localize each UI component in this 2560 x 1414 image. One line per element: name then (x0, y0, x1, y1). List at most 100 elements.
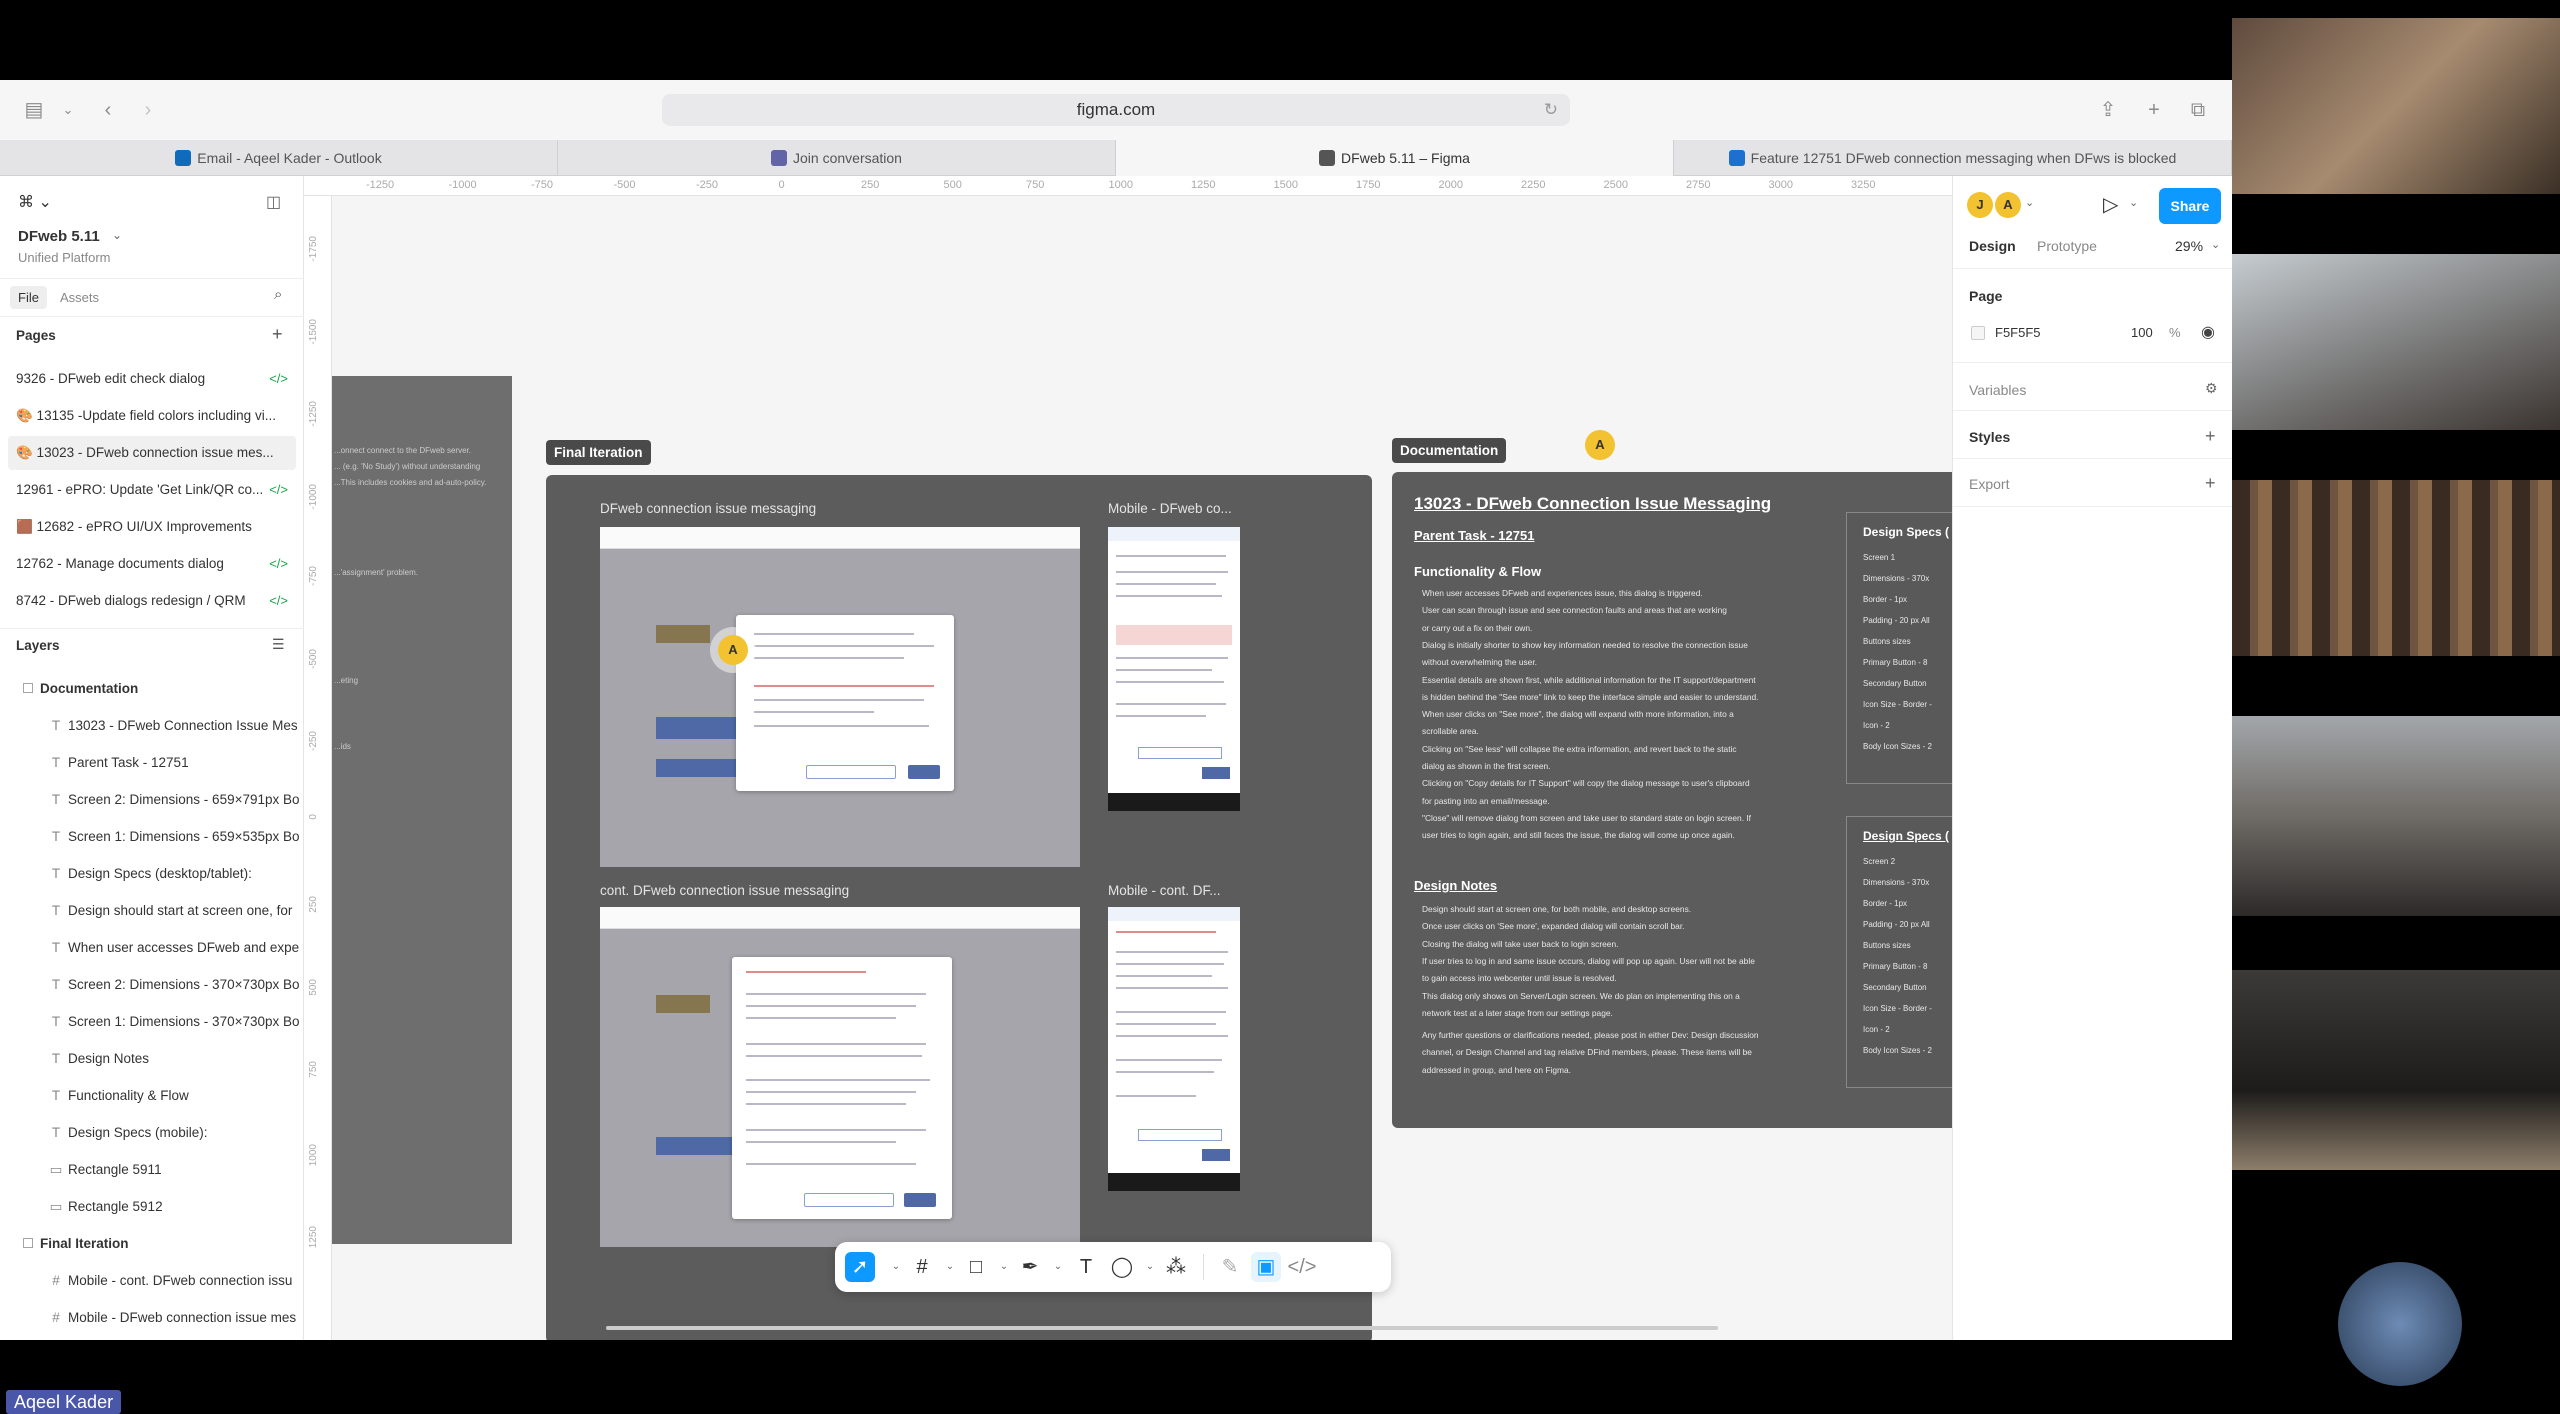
tab-overview-icon[interactable]: ⧉ (2186, 98, 2210, 122)
layer-item[interactable]: T Screen 1: Dimensions - 370×730px Bo (0, 1003, 304, 1040)
share-icon[interactable]: ⇪ (2096, 98, 2120, 122)
comment-tool-icon[interactable]: ◯ (1107, 1252, 1137, 1282)
draw-mode-icon[interactable]: ✎ (1215, 1252, 1245, 1282)
mobile-screen-2[interactable] (1108, 907, 1240, 1191)
tab-figma[interactable]: DFweb 5.11 – Figma (1116, 140, 1674, 176)
layer-item[interactable]: T Design Specs (mobile): (0, 1114, 304, 1151)
layer-item[interactable]: T Screen 1: Dimensions - 659×535px Bo (0, 818, 304, 855)
layer-item[interactable]: T Screen 2: Dimensions - 370×730px Bo (0, 966, 304, 1003)
add-page-icon[interactable]: + (272, 324, 283, 345)
avatar[interactable]: J (1967, 192, 1993, 218)
mock-copy-button (1138, 1129, 1222, 1141)
page-item[interactable]: 🟫 12682 - ePRO UI/UX Improvements (8, 510, 296, 544)
page-color-swatch[interactable] (1971, 326, 1985, 340)
layer-item[interactable]: T 13023 - DFweb Connection Issue Mes (0, 707, 304, 744)
layer-item[interactable]: # Mobile - cont. DFweb connection issu (0, 1262, 304, 1299)
present-icon[interactable]: ▷ (2103, 192, 2118, 217)
layer-item[interactable]: ☐ Documentation (0, 670, 304, 707)
video-tile[interactable] (2232, 254, 2560, 430)
layer-item[interactable]: # Mobile - DFweb connection issue mes (0, 1299, 304, 1336)
eye-icon[interactable]: ◉ (2201, 322, 2215, 342)
video-tile[interactable] (2232, 480, 2560, 656)
layer-item[interactable]: T When user accesses DFweb and expe (0, 929, 304, 966)
share-button[interactable]: Share (2159, 188, 2221, 224)
page-opacity-value[interactable]: 100 (2131, 325, 2153, 340)
file-name[interactable]: DFweb 5.11 (18, 228, 100, 245)
doc-line: Screen 1 (1863, 553, 1896, 562)
documentation-frame[interactable]: 13023 - DFweb Connection Issue Messaging… (1392, 472, 1952, 1128)
add-export-icon[interactable]: + (2205, 473, 2216, 494)
pen-tool-icon[interactable]: ✒ (1015, 1252, 1045, 1282)
canvas[interactable]: -1250 -1000 -750 -500 -250 0 250 500 750 1000 1250… (304, 176, 1952, 1340)
panel-toggle-icon[interactable]: ◫ (266, 192, 281, 212)
shape-tool-icon[interactable]: □ (961, 1252, 991, 1282)
back-icon[interactable]: ‹ (96, 98, 120, 122)
forward-icon[interactable]: › (136, 98, 160, 122)
page-item[interactable]: 9326 - DFweb edit check dialog </> (8, 362, 296, 396)
scrollbar-thumb[interactable] (606, 1326, 1718, 1330)
chevron-down-icon[interactable]: ⌄ (2025, 196, 2034, 209)
layer-item[interactable]: ▭ Rectangle 5911 (0, 1151, 304, 1188)
collapse-layers-icon[interactable]: ☰ (272, 636, 285, 653)
frame-label-documentation[interactable]: Documentation (1392, 438, 1507, 463)
page-color-value[interactable]: F5F5F5 (1995, 325, 2041, 340)
tab-outlook[interactable]: Email - Aqeel Kader - Outlook (0, 140, 558, 176)
move-tool-icon[interactable]: ➚ (845, 1252, 875, 1282)
page-item[interactable]: 12762 - Manage documents dialog </> (8, 547, 296, 581)
chevron-down-icon[interactable]: ⌄ (2129, 196, 2138, 209)
figma-menu-icon[interactable]: ⌘ ⌄ (18, 192, 52, 212)
mobile-screen-1[interactable] (1108, 527, 1240, 811)
page-item[interactable]: 12961 - ePRO: Update 'Get Link/QR co... <… (8, 473, 296, 507)
chevron-down-icon[interactable]: ⌄ (56, 98, 80, 122)
avatar[interactable]: A (1995, 192, 2021, 218)
final-iteration-frame[interactable]: DFweb connection issue messaging Mobile … (546, 475, 1372, 1340)
tab-prototype[interactable]: Prototype (2037, 238, 2097, 254)
tab-file[interactable]: File (10, 286, 47, 309)
actions-icon[interactable]: ⁂ (1161, 1252, 1191, 1282)
page-item[interactable]: 8742 - DFweb dialogs redesign / QRM </> (8, 584, 296, 618)
layer-item[interactable]: T Design should start at screen one, for (0, 892, 304, 929)
desktop-screen-1[interactable]: A (600, 527, 1080, 867)
text-tool-icon[interactable]: T (1071, 1252, 1101, 1282)
layer-item[interactable]: T Screen 2: Dimensions - 659×791px Bo (0, 781, 304, 818)
page-item-selected[interactable]: 🎨 13023 - DFweb connection issue mes... (8, 436, 296, 470)
participant-avatar[interactable] (2338, 1262, 2462, 1386)
tab-label: Join conversation (793, 150, 902, 166)
video-tile[interactable] (2232, 716, 2560, 916)
tab-devops[interactable]: Feature 12751 DFweb connection messaging… (1674, 140, 2232, 176)
add-style-icon[interactable]: + (2205, 426, 2216, 447)
frame-label-final-iteration[interactable]: Final Iteration (546, 440, 651, 465)
sidebar-toggle-icon[interactable]: ▤ (22, 98, 46, 122)
chevron-down-icon[interactable]: ⌄ (2211, 238, 2220, 251)
search-icon[interactable]: ⌕ (274, 286, 282, 303)
page-section-title: Page (1969, 288, 2003, 304)
desktop-screen-2[interactable] (600, 907, 1080, 1247)
variables-icon[interactable]: ⚙ (2205, 380, 2218, 397)
video-tile[interactable] (2232, 970, 2560, 1170)
layer-item[interactable]: ☐ Final Iteration (0, 1225, 304, 1262)
layer-item[interactable]: T Parent Task - 12751 (0, 744, 304, 781)
chevron-down-icon[interactable]: ⌄ (112, 228, 122, 242)
page-item[interactable]: 🎨 13135 -Update field colors including v… (8, 399, 296, 433)
design-mode-icon[interactable]: ▣ (1251, 1252, 1281, 1282)
tab-design[interactable]: Design (1969, 238, 2016, 254)
layer-item[interactable]: T Design Specs (desktop/tablet): (0, 855, 304, 892)
tab-assets[interactable]: Assets (60, 290, 99, 305)
previous-frame[interactable]: ...onnect connect to the DFweb server. .… (332, 376, 512, 1244)
layer-item[interactable]: T Design Notes (0, 1040, 304, 1077)
video-tile[interactable] (2232, 18, 2560, 194)
layer-label: Documentation (40, 681, 139, 696)
mock-status-bar (1108, 527, 1240, 541)
address-bar[interactable]: figma.com ↻ (662, 94, 1570, 126)
chevron-down-icon[interactable]: ⌄ (1043, 1252, 1073, 1282)
frame-tool-icon[interactable]: # (907, 1252, 937, 1282)
layer-item[interactable]: T Functionality & Flow (0, 1077, 304, 1114)
zoom-level[interactable]: 29% (2175, 238, 2203, 254)
ruler-tick-label: 1750 (1356, 179, 1381, 191)
dev-mode-icon[interactable]: </> (1287, 1252, 1317, 1282)
layer-item[interactable]: ▭ Rectangle 5912 (0, 1188, 304, 1225)
tab-teams[interactable]: Join conversation (558, 140, 1116, 176)
mock-line (746, 993, 926, 995)
reload-icon[interactable]: ↻ (1544, 94, 1558, 126)
new-tab-icon[interactable]: + (2142, 98, 2166, 122)
